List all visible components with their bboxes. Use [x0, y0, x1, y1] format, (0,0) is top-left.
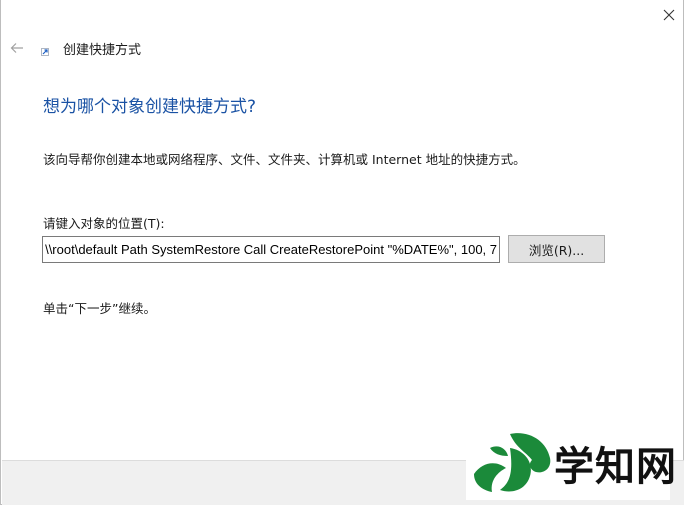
page-heading: 想为哪个对象创建快捷方式?	[43, 97, 257, 117]
location-label: 请键入对象的位置(T):	[43, 216, 165, 231]
back-arrow-icon	[10, 43, 23, 53]
watermark-text: 学知网	[554, 444, 677, 490]
wizard-title: 创建快捷方式	[63, 43, 142, 58]
location-input[interactable]	[42, 236, 500, 263]
shortcut-icon	[41, 48, 49, 56]
back-button[interactable]	[7, 38, 27, 58]
wizard-description: 该向导帮你创建本地或网络程序、文件、文件夹、计算机或 Internet 地址的快…	[43, 152, 526, 167]
leaf-logo-icon	[474, 433, 551, 492]
watermark: 学知网	[466, 426, 676, 500]
browse-button[interactable]: 浏览(R)...	[508, 235, 605, 263]
close-button[interactable]	[653, 0, 685, 30]
next-hint: 单击“下一步”继续。	[43, 301, 156, 316]
close-icon	[663, 9, 675, 21]
